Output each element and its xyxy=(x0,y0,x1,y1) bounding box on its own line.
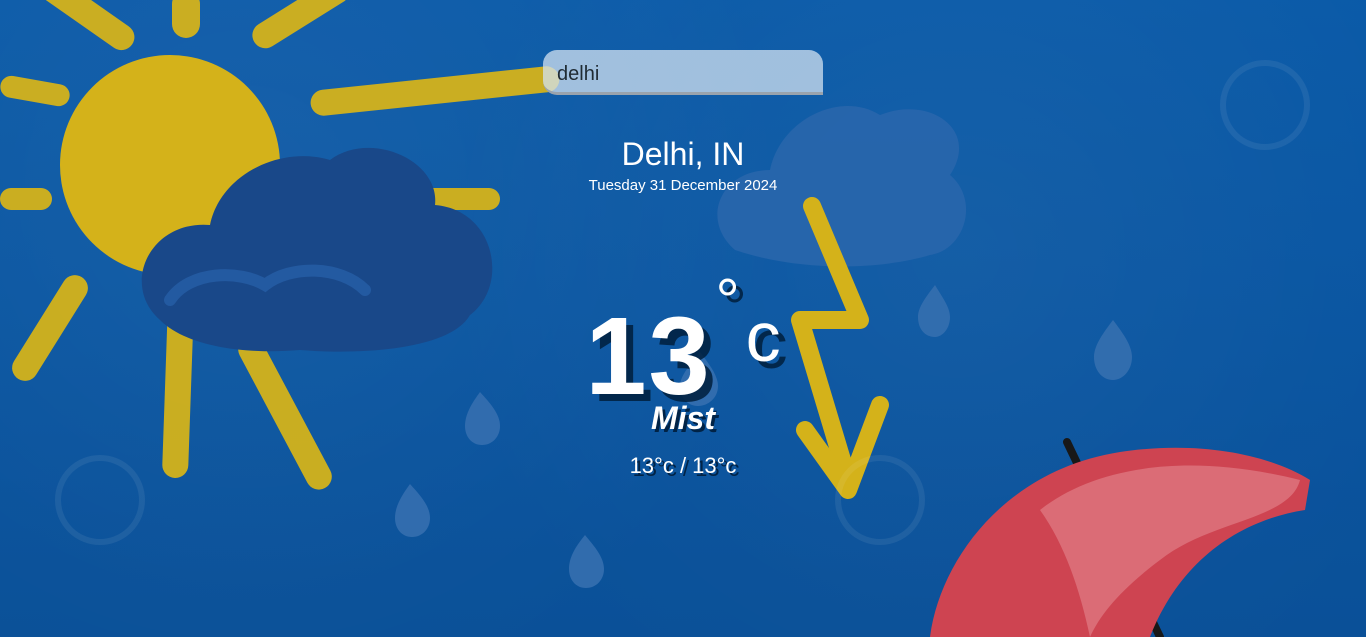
degree-symbol: ° xyxy=(715,267,740,334)
temperature-range: 13°c / 13°c xyxy=(629,453,737,478)
temperature-unit: c xyxy=(745,298,781,376)
temperature-display: 13°c xyxy=(0,246,1366,412)
weather-condition: Mist xyxy=(651,400,715,436)
city-search-input[interactable] xyxy=(543,50,823,95)
location-title: Delhi, IN xyxy=(621,136,745,172)
date-text: Tuesday 31 December 2024 xyxy=(588,177,778,194)
